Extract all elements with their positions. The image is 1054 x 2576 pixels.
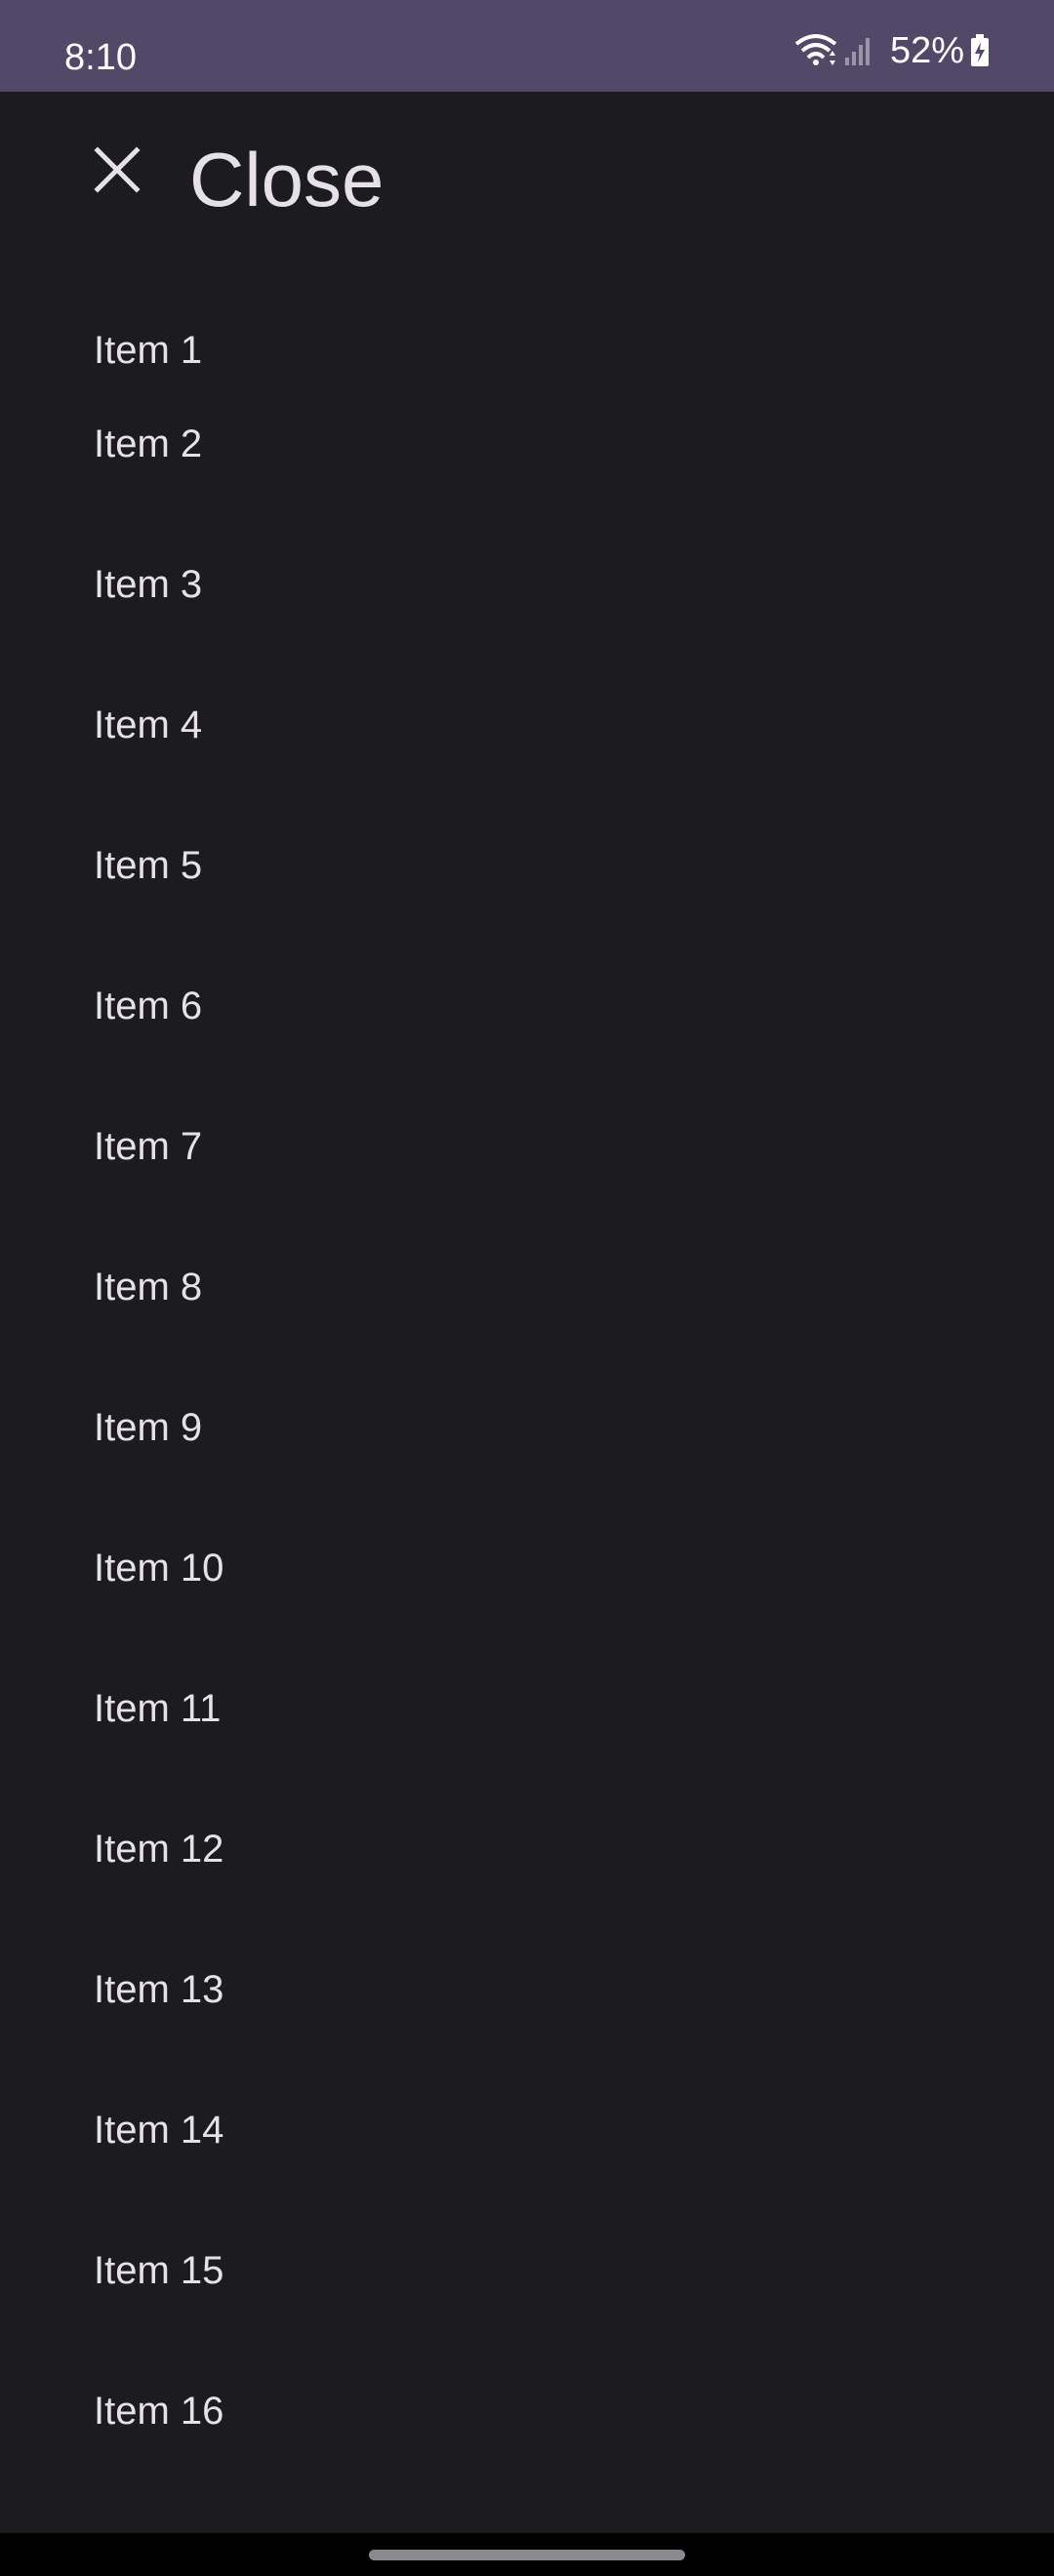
home-gesture-handle[interactable] — [369, 2550, 685, 2560]
list-item[interactable]: Item 5 — [0, 773, 1054, 913]
list-item[interactable]: Item 7 — [0, 1054, 1054, 1194]
list-item[interactable]: Item 1 — [0, 258, 1054, 372]
list-item[interactable]: Item 11 — [0, 1616, 1054, 1756]
status-bar: 8:10 52% — [0, 0, 1054, 92]
list-item[interactable]: Item 6 — [0, 913, 1054, 1054]
status-time: 8:10 — [64, 37, 137, 78]
list-item[interactable]: Item 9 — [0, 1335, 1054, 1475]
list-item[interactable]: Item 10 — [0, 1475, 1054, 1616]
battery-charging-icon — [970, 34, 990, 67]
item-list: Item 1 Item 2 Item 3 Item 4 Item 5 Item … — [0, 258, 1054, 2459]
list-item[interactable]: Item 4 — [0, 632, 1054, 773]
app-bar: Close — [0, 92, 1054, 258]
battery-percentage: 52% — [889, 29, 964, 71]
wifi-icon — [794, 34, 837, 67]
list-item[interactable]: Item 2 — [0, 351, 1054, 492]
list-item[interactable]: Item 8 — [0, 1194, 1054, 1335]
navigation-bar — [0, 2533, 1054, 2576]
status-icons: 52% — [794, 0, 990, 92]
signal-icon — [844, 36, 872, 65]
close-title[interactable]: Close — [189, 92, 384, 258]
list-item[interactable]: Item 13 — [0, 1897, 1054, 2037]
close-icon[interactable] — [94, 146, 141, 193]
list-item[interactable]: Item 15 — [0, 2178, 1054, 2318]
list-item[interactable]: Item 16 — [0, 2318, 1054, 2459]
list-item[interactable]: Item 14 — [0, 2037, 1054, 2178]
list-item[interactable]: Item 3 — [0, 492, 1054, 632]
list-item[interactable]: Item 12 — [0, 1756, 1054, 1897]
